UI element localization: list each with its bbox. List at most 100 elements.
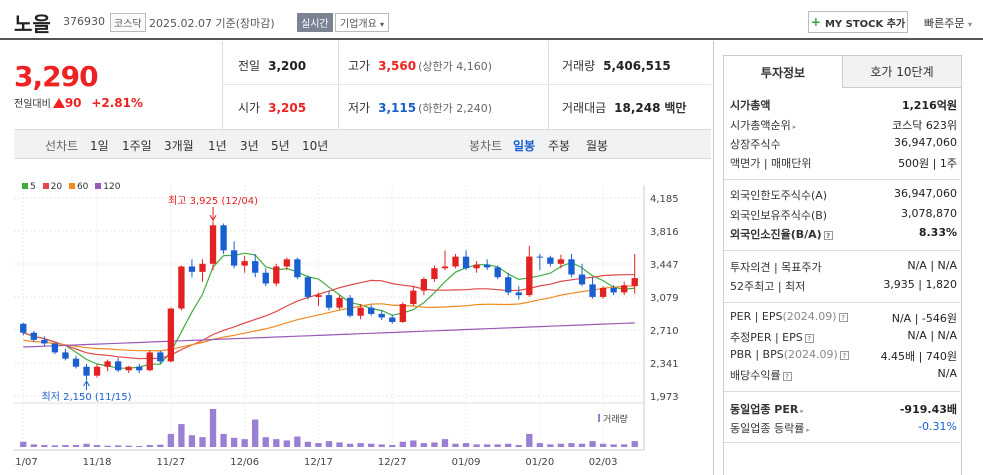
period-3y[interactable]: 3년	[240, 137, 259, 154]
candle-body	[621, 285, 628, 293]
volume-bar	[505, 443, 512, 447]
volume-bar	[452, 443, 459, 447]
x-tick-label: 12/27	[378, 457, 407, 468]
period-1y[interactable]: 1년	[208, 137, 227, 154]
week52-value: 3,935 | 1,820	[883, 278, 957, 291]
volume-bar	[41, 445, 48, 447]
quick-order-label: 빠른주문	[924, 17, 965, 30]
period-10y[interactable]: 10년	[302, 137, 328, 154]
est-per-label: 추정PER | EPS?	[730, 329, 814, 345]
period-1d[interactable]: 1일	[90, 137, 109, 154]
foreign-hold-label: 외국인보유주식수(B)	[730, 209, 828, 222]
volume-bar	[304, 441, 312, 447]
divider	[724, 302, 962, 303]
candle-body	[568, 259, 575, 275]
candle-body	[230, 250, 238, 266]
ma120-line	[23, 322, 635, 348]
stat-low-value: 3,115	[378, 101, 417, 115]
volume-bar	[146, 445, 153, 447]
low-annotation: 최저 2,150 (11/15)	[42, 391, 132, 403]
volume-bar	[515, 445, 522, 447]
sector-change-label[interactable]: 동일업종 등락률 ▸	[730, 420, 810, 436]
sector-change-value: -0.31%	[918, 420, 957, 433]
candle-body	[178, 266, 185, 309]
volume-bar	[431, 442, 438, 447]
candle-body	[452, 256, 459, 267]
side-panel: 투자정보 호가 10단계 시가총액 1,216억원 시가총액순위 ▸ 코스닥 623위…	[713, 41, 983, 475]
week52-label: 52주최고 | 최저	[730, 280, 806, 293]
candle-body	[420, 279, 428, 291]
candle-body	[51, 343, 59, 353]
period-1w[interactable]: 1주일	[122, 137, 152, 154]
candle-body	[30, 332, 37, 340]
candle-body	[410, 290, 417, 305]
stock-header: 노을 376930 코스닥 2025.02.07 기준(장마감) 실시간 기업개…	[0, 0, 983, 40]
line-chart-label: 선차트	[45, 139, 79, 153]
candle-body	[62, 352, 69, 359]
volume-bar	[483, 444, 491, 447]
volume-bar	[62, 445, 69, 447]
volume-bar	[209, 409, 217, 447]
help-icon[interactable]: ?	[839, 351, 849, 360]
candle-weekly[interactable]: 주봉	[548, 137, 570, 154]
per-label: PER | EPS(2024.09)?	[730, 310, 848, 323]
cap-rank-label-text: 시가총액순위	[730, 119, 791, 132]
candle-body	[104, 361, 111, 367]
add-mystock-label: MY STOCK 추가	[824, 18, 906, 30]
up-triangle-icon	[52, 98, 65, 108]
candle-body	[146, 352, 153, 371]
volume-bar	[599, 443, 607, 447]
period-5y[interactable]: 5년	[271, 137, 290, 154]
sector-per-label[interactable]: 동일업종 PER ▸	[730, 401, 804, 417]
volume-bar	[188, 435, 196, 447]
divider	[222, 84, 711, 85]
price-change: 전일대비 90 +2.81%	[14, 95, 143, 110]
est-per-label-text: 추정PER | EPS	[730, 331, 803, 344]
divider	[222, 41, 223, 129]
volume-bar	[420, 443, 428, 447]
current-price: 3,290	[14, 60, 99, 93]
help-icon[interactable]: ?	[838, 313, 848, 322]
legend-swatch	[42, 183, 49, 189]
candle-body	[557, 259, 565, 264]
tab-orderbook[interactable]: 호가 10단계	[842, 55, 962, 88]
x-tick-label: 02/03	[589, 457, 618, 468]
pbr-value: 4.45배 | 740원	[880, 350, 957, 363]
price-chart[interactable]: 5 20 60 120 4,185 3,816 3,447 3,079 2,710 2,3…	[9, 171, 711, 475]
cap-rank-label[interactable]: 시가총액순위 ▸	[730, 117, 796, 133]
volume-bar	[568, 443, 575, 447]
help-icon[interactable]: ?	[804, 334, 814, 343]
candle-monthly[interactable]: 월봉	[586, 137, 608, 154]
quick-order-button[interactable]: 빠른주문 ▾	[924, 15, 972, 31]
volume-bar	[20, 441, 27, 447]
volume-bar	[30, 444, 37, 447]
realtime-button[interactable]: 실시간	[297, 13, 333, 32]
candle-daily[interactable]: 일봉	[513, 137, 535, 154]
chevron-down-icon: ▾	[380, 20, 385, 29]
tab-invest-info[interactable]: 투자정보	[723, 55, 843, 88]
sector-change-label-text: 동일업종 등락률	[730, 422, 805, 435]
volume-bar	[473, 444, 480, 447]
candle-body	[578, 274, 586, 285]
candle-body	[315, 295, 322, 297]
company-info-dropdown[interactable]: 기업개요 ▾	[335, 13, 390, 32]
x-tick-label: 11/27	[156, 457, 185, 468]
volume-bar	[494, 444, 501, 447]
company-info-label: 기업개요	[340, 19, 377, 30]
side-tabs: 투자정보 호가 10단계	[723, 55, 962, 88]
candle-body	[536, 256, 544, 258]
pbr-date: (2024.09)	[783, 348, 838, 361]
volume-bar	[104, 445, 111, 447]
candle-body	[188, 266, 196, 272]
add-mystock-button[interactable]: + MY STOCK 추가	[808, 11, 908, 33]
period-3m[interactable]: 3개월	[164, 137, 194, 154]
divider	[548, 41, 549, 129]
par-value: 500원 | 1주	[898, 157, 957, 170]
stat-open-label: 시가	[238, 101, 261, 115]
candle-body	[325, 295, 333, 308]
help-icon[interactable]: ?	[782, 372, 792, 381]
sector-per-value: -919.43배	[899, 403, 957, 416]
help-icon[interactable]: ?	[823, 231, 833, 240]
volume-bar	[536, 443, 544, 447]
candle-body	[378, 313, 385, 318]
